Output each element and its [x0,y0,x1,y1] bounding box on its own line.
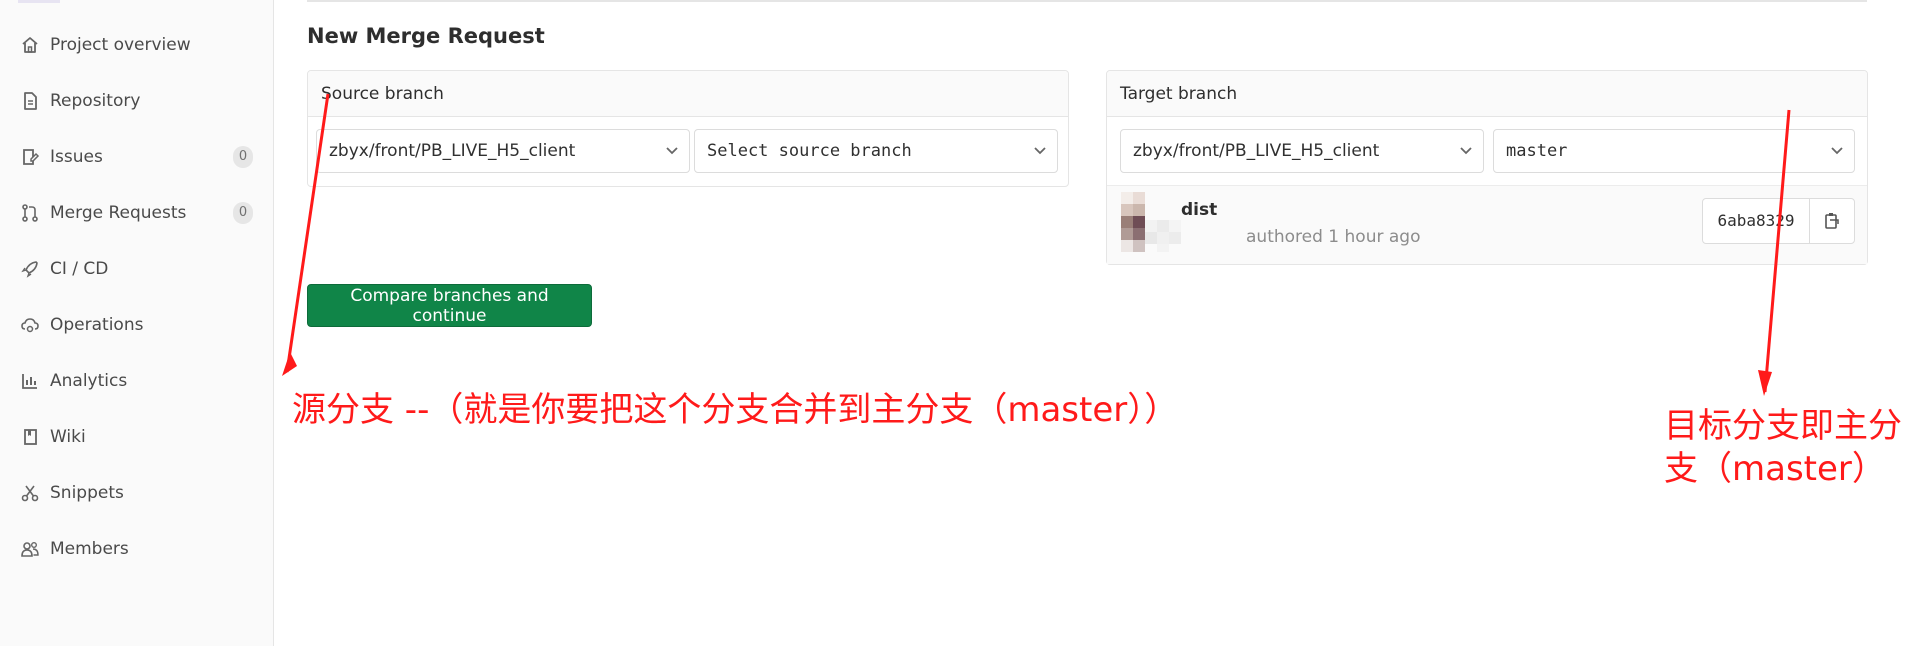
source-branch-annotation: 源分支 --（就是你要把这个分支合并到主分支（master）） [292,390,1179,430]
merge-request-page: Project overview Repository Issues 0 Mer… [0,0,1920,646]
annotation-arrows [282,93,1791,396]
target-branch-annotation-line1: 目标分支即主分 [1664,406,1902,446]
target-branch-annotation-line2: 支（master） [1664,449,1886,489]
source-annotation-arrow [282,93,330,376]
target-annotation-arrow [1758,109,1791,396]
